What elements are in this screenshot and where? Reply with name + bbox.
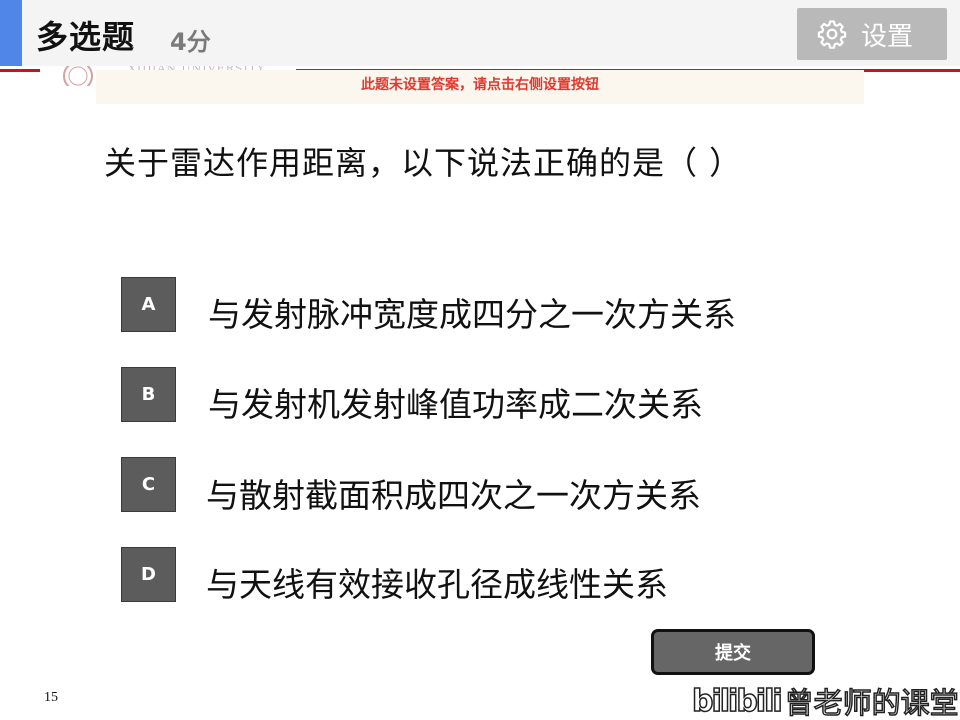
option-c-letter: C [141,474,156,495]
university-logo [58,64,98,86]
settings-label: 设置 [861,21,914,52]
watermark-text: 曾老师的课堂 [784,685,960,720]
option-b-button[interactable]: B [121,367,176,422]
option-d-button[interactable]: D [121,547,176,602]
option-c-button[interactable]: C [121,457,176,512]
submit-label: 提交 [715,643,751,664]
question-text: 关于雷达作用距离，以下说法正确的是（ ） [104,144,743,182]
slide-red-line-left [0,69,40,72]
video-watermark: bilibili 曾老师的课堂 [691,682,960,720]
option-b-text[interactable]: 与发射机发射峰值功率成二次关系 [208,378,703,426]
submit-button[interactable]: 提交 [651,629,815,675]
option-c-text[interactable]: 与散射截面积成四次之一次方关系 [206,469,701,517]
bilibili-logo: bilibili [691,683,783,720]
answer-notice: 此题未设置答案，请点击右侧设置按钮 [96,70,864,104]
gear-icon [817,19,847,49]
header-accent-bar [0,0,22,66]
settings-button[interactable]: 设置 [797,8,947,60]
option-d-text[interactable]: 与天线有效接收孔径成线性关系 [206,558,668,606]
question-score: 4分 [170,28,211,56]
option-a-text[interactable]: 与发射脉冲宽度成四分之一次方关系 [208,288,736,336]
option-a-button[interactable]: A [121,277,176,332]
option-b-letter: B [141,384,156,405]
option-a-letter: A [141,294,156,315]
option-d-letter: D [141,564,156,585]
answer-notice-text: 此题未设置答案，请点击右侧设置按钮 [361,77,599,93]
question-type-label: 多选题 [36,18,136,56]
slide-page-number: 15 [44,690,58,705]
